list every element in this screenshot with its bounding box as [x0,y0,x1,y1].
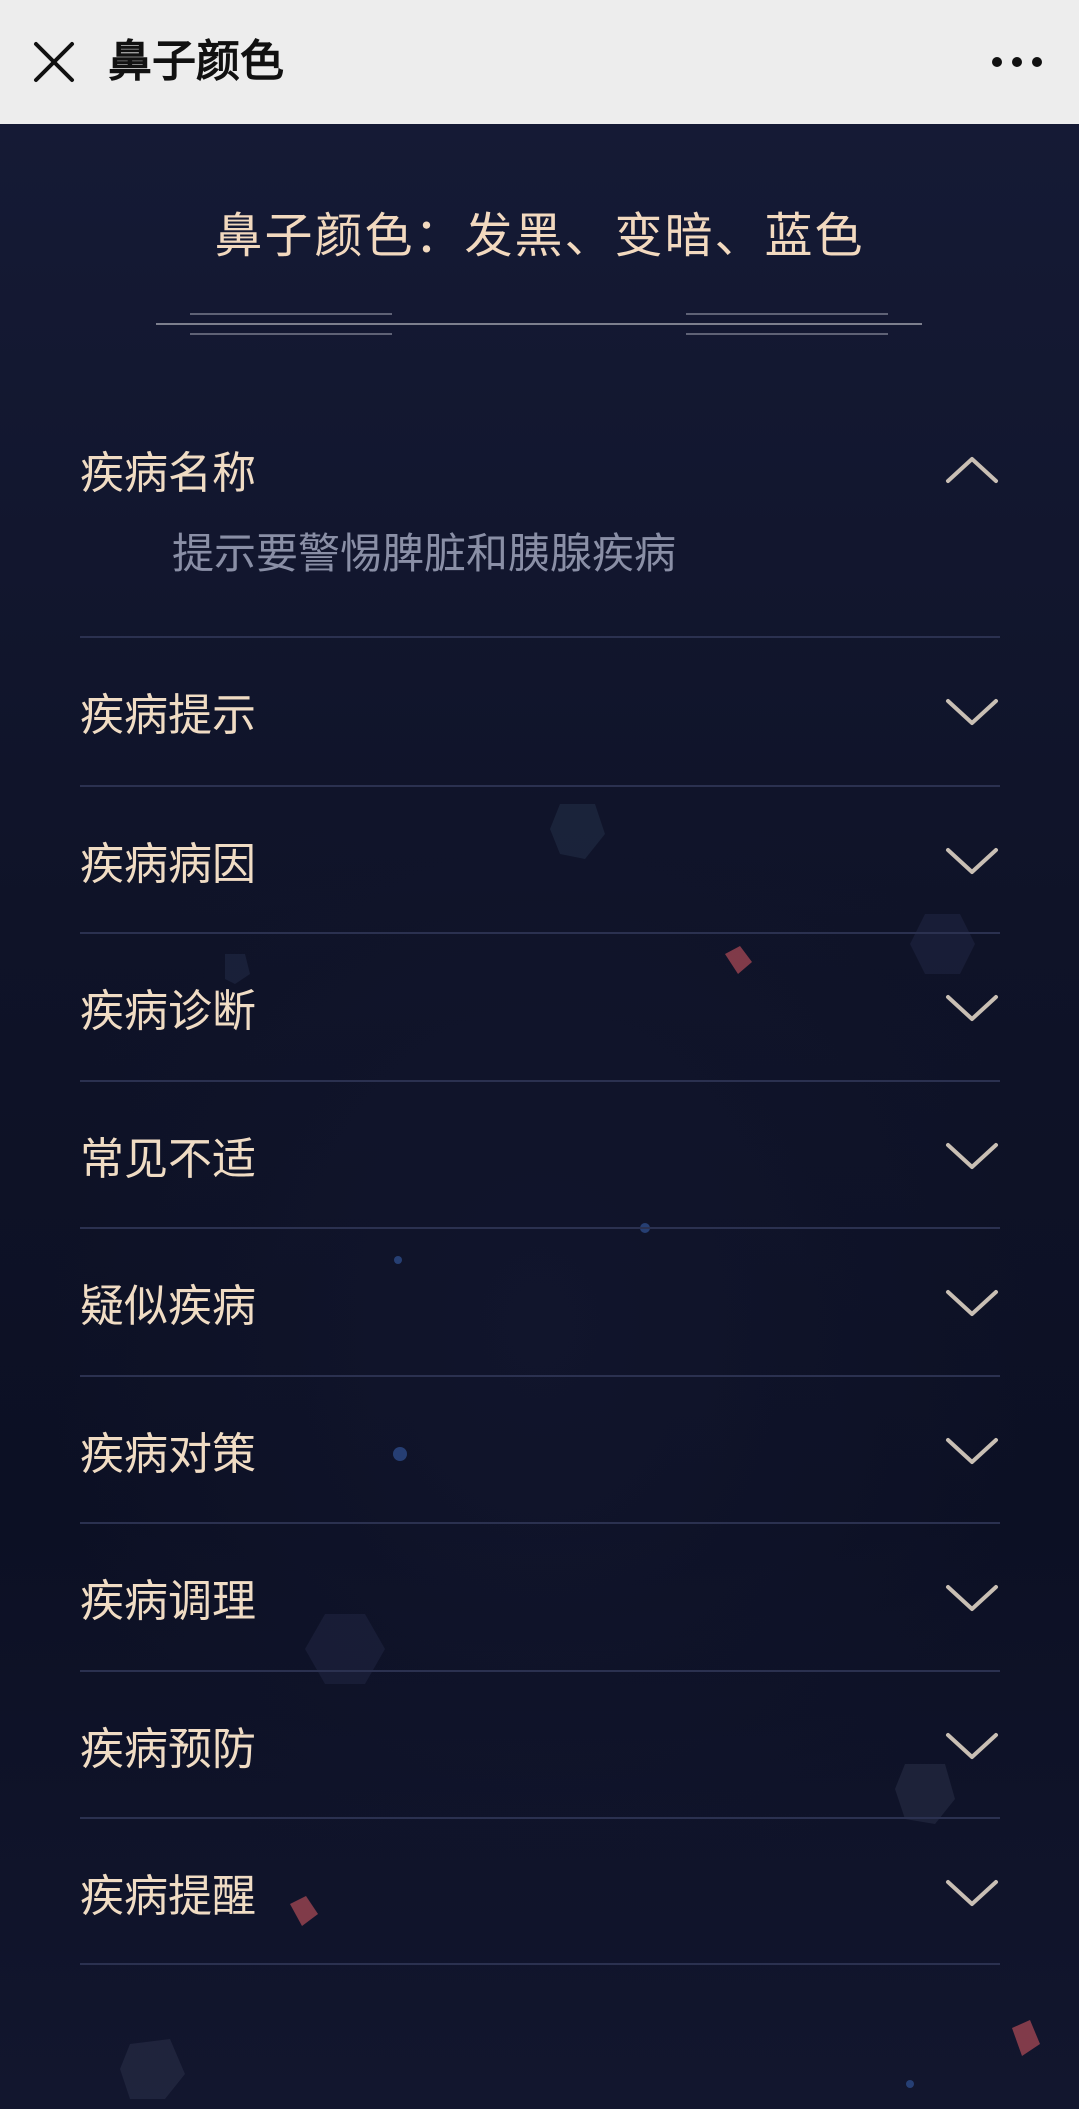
accordion-title: 常见不适 [80,1134,256,1185]
accordion-title: 疾病对策 [80,1429,256,1480]
chevron-down-icon [946,848,998,874]
accordion-title: 疾病预防 [80,1724,256,1775]
accordion-title: 疾病名称 [80,448,256,499]
heading-divider-decoration [156,313,922,335]
chevron-down-icon [946,1880,998,1906]
chevron-down-icon [946,1143,998,1169]
chevron-down-icon [946,995,998,1021]
page-title: 鼻子颜色 [108,36,284,87]
content-area: 鼻子颜色：发黑、变暗、蓝色 疾病名称 提示要警惕脾脏和胰腺疾病 疾病提示 疾病病… [0,124,1079,2109]
accordion-item-disease-diagnosis: 疾病诊断 [80,934,1000,1082]
accordion-header-disease-prevention[interactable]: 疾病预防 [80,1672,1000,1818]
accordion-title: 疾病提示 [80,690,256,741]
close-button[interactable] [22,30,86,94]
accordion-header-disease-reminder[interactable]: 疾病提醒 [80,1819,1000,1965]
accordion-title: 疾病病因 [80,839,256,890]
top-nav-bar: 鼻子颜色 [0,0,1079,124]
accordion-item-disease-conditioning: 疾病调理 [80,1524,1000,1672]
accordion-title: 疾病调理 [80,1576,256,1627]
chevron-down-icon [946,1733,998,1759]
chevron-down-icon [946,1585,998,1611]
more-button[interactable] [977,30,1057,94]
close-icon [34,42,74,82]
accordion-header-disease-conditioning[interactable]: 疾病调理 [80,1524,1000,1670]
accordion-header-disease-hint[interactable]: 疾病提示 [80,638,1000,784]
chevron-down-icon [946,1438,998,1464]
accordion-header-disease-countermeasures[interactable]: 疾病对策 [80,1377,1000,1523]
more-dots-icon [992,57,1042,67]
accordion-header-disease-diagnosis[interactable]: 疾病诊断 [80,934,1000,1080]
chevron-down-icon [946,699,998,725]
accordion-item-common-discomfort: 常见不适 [80,1082,1000,1229]
accordion-header-disease-cause[interactable]: 疾病病因 [80,787,1000,933]
accordion-header-disease-name[interactable]: 疾病名称 [80,384,1000,554]
chevron-down-icon [946,1290,998,1316]
chevron-up-icon [946,457,998,483]
accordion-title: 疾病提醒 [80,1871,256,1922]
accordion-title: 疑似疾病 [80,1281,256,1332]
accordion-item-disease-prevention: 疾病预防 [80,1672,1000,1819]
accordion-item-disease-reminder: 疾病提醒 [80,1819,1000,1965]
disease-info-accordion: 疾病名称 提示要警惕脾脏和胰腺疾病 疾病提示 疾病病因 疾病诊断 常见不适 疑似… [80,384,1000,1965]
accordion-header-suspected-disease[interactable]: 疑似疾病 [80,1229,1000,1375]
accordion-item-disease-name: 疾病名称 提示要警惕脾脏和胰腺疾病 [80,384,1000,638]
accordion-item-disease-cause: 疾病病因 [80,787,1000,934]
accordion-title: 疾病诊断 [80,986,256,1037]
accordion-item-disease-countermeasures: 疾病对策 [80,1377,1000,1524]
accordion-item-disease-hint: 疾病提示 [80,638,1000,787]
accordion-header-common-discomfort[interactable]: 常见不适 [80,1082,1000,1228]
condition-heading: 鼻子颜色：发黑、变暗、蓝色 [214,208,865,264]
accordion-item-suspected-disease: 疑似疾病 [80,1229,1000,1377]
